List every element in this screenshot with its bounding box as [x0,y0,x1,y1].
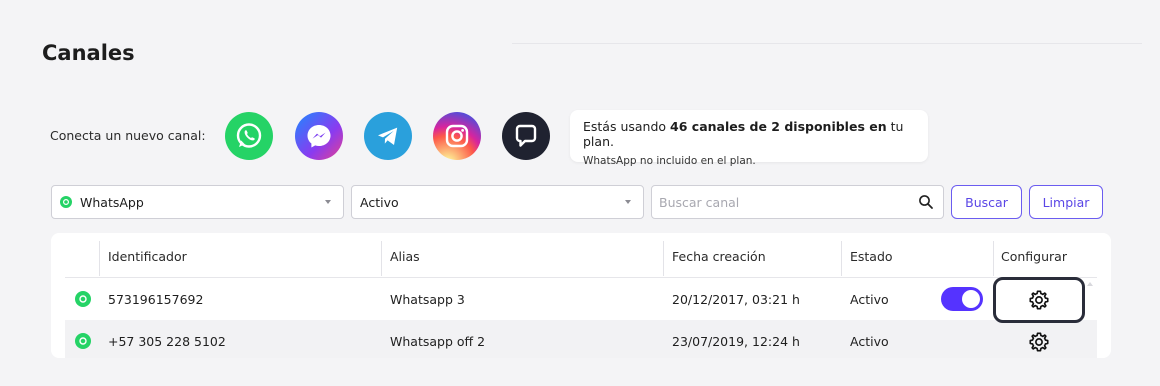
plan-usage-card: Estás usando 46 canales de 2 disponibles… [570,110,928,167]
cell-status: Activo [850,334,889,349]
header-configure: Configurar [1001,249,1067,264]
cell-status: Activo [850,292,889,307]
scroll-up-icon[interactable] [1086,280,1094,294]
cell-alias: Whatsapp 3 [390,292,465,307]
column-divider [841,241,842,276]
status-select-value: Activo [360,194,399,210]
clear-button[interactable]: Limpiar [1029,185,1103,219]
cell-created: 20/12/2017, 03:21 h [672,292,800,307]
connect-telegram-button[interactable] [364,112,412,160]
telegram-icon [378,127,398,145]
connect-messenger-button[interactable] [295,112,343,160]
search-field [651,185,944,219]
table-row[interactable]: 573196157692 Whatsapp 3 20/12/2017, 03:2… [65,277,1097,320]
channel-select-value: WhatsApp [80,194,144,210]
connect-whatsapp-button[interactable] [225,112,273,160]
plan-note: WhatsApp no incluido en el plan. [583,155,756,167]
channel-select[interactable]: WhatsApp [51,185,344,219]
search-button[interactable]: Buscar [951,185,1022,219]
header-created: Fecha creación [672,249,766,264]
instagram-icon [445,124,469,148]
plan-usage-text: Estás usando 46 canales de 2 disponibles… [583,119,904,149]
whatsapp-icon [60,196,72,208]
whatsapp-icon [75,333,91,349]
channels-table: Identificador Alias Fecha creación Estad… [51,233,1111,358]
toggle-knob [962,290,980,308]
header-status: Estado [850,249,893,264]
search-input[interactable] [652,186,902,218]
column-divider [381,241,382,276]
page-title: Canales [42,41,135,65]
title-divider [512,43,1142,44]
whatsapp-icon [236,123,262,148]
header-alias: Alias [390,249,420,264]
table-row[interactable]: +57 305 228 5102 Whatsapp off 2 23/07/20… [65,320,1097,358]
chevron-down-icon [325,200,331,204]
messenger-icon [307,125,331,148]
search-icon[interactable] [918,194,934,210]
column-divider [993,241,994,276]
status-select[interactable]: Activo [351,185,644,219]
chat-icon [515,124,537,147]
whatsapp-icon [75,291,91,307]
column-divider [99,241,100,276]
cell-identifier: 573196157692 [108,292,204,307]
gear-icon[interactable] [1028,331,1050,353]
connect-webchat-button[interactable] [502,112,550,160]
cell-alias: Whatsapp off 2 [390,334,486,349]
column-divider [663,241,664,276]
connect-label: Conecta un nuevo canal: [50,128,206,143]
gear-icon[interactable] [1028,289,1050,311]
cell-created: 23/07/2019, 12:24 h [672,334,800,349]
chevron-down-icon [625,200,631,204]
header-identifier: Identificador [108,249,187,264]
connect-instagram-button[interactable] [433,112,481,160]
active-toggle[interactable] [941,287,983,311]
cell-identifier: +57 305 228 5102 [108,334,226,349]
